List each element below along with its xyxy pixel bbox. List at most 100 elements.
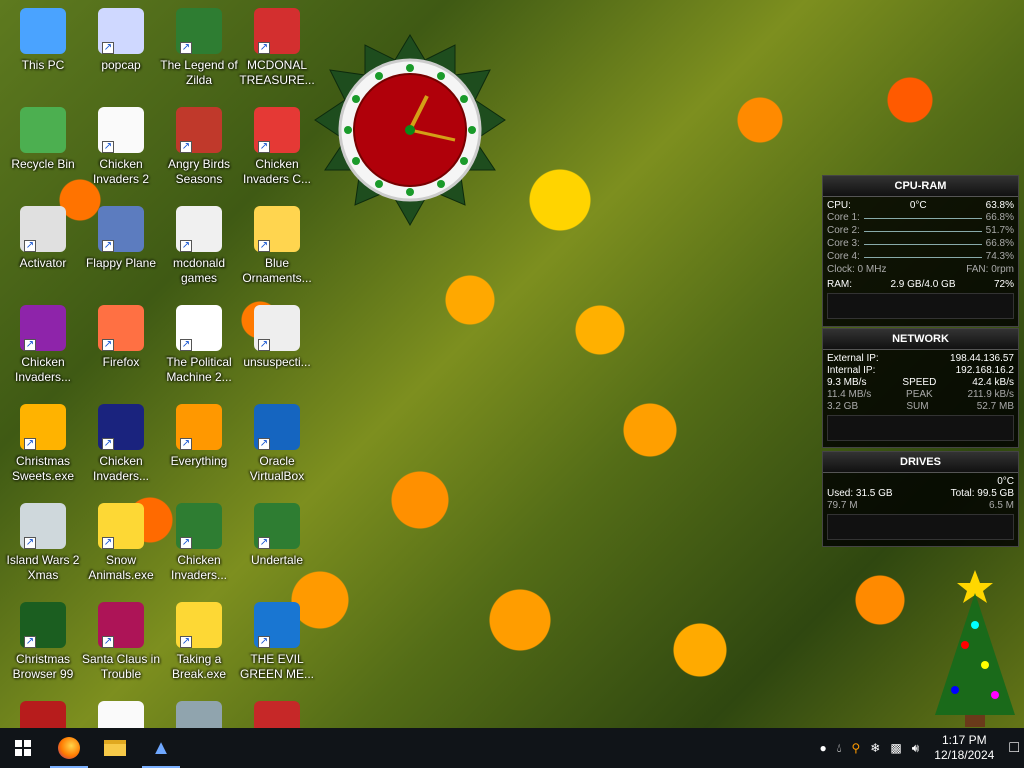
desktop-icon-label: Christmas Sweets.exe [11,454,75,483]
desktop-icon-label: Everything [170,454,228,468]
desktop-icon-recycle-bin[interactable]: Recycle Bin [0,101,86,197]
core-3-label: Core 3: [827,238,860,249]
shortcut-arrow-icon: ↗ [24,438,36,450]
cpu-temp: 0°C [909,200,927,211]
desktop-icon-the-legend-of-zilda[interactable]: ↗ The Legend of Zilda [156,2,242,98]
droplet-icon[interactable]: 💧︎ [837,741,842,756]
taskbar-app[interactable]: ▲ [138,728,184,768]
core-4-value: 74.3% [985,251,1014,262]
core-2-value: 51.7% [985,225,1014,236]
desktop-icon-label: The Political Machine 2... [166,355,232,384]
shortcut-arrow-icon: ↗ [102,42,114,54]
search-icon[interactable]: ⚲ [852,741,861,755]
desktop-icon-chicken-invaders[interactable]: ↗ Chicken Invaders... [78,398,164,494]
desktop-icon-angry-birds-seasons[interactable]: ↗ Angry Birds Seasons [156,101,242,197]
christmas-tree-decoration [925,565,1024,730]
mcdonal-treasure-icon: ↗ [254,8,300,54]
people-icon[interactable]: ● [819,741,826,755]
taskbar-firefox[interactable] [46,728,92,768]
ram-percent: 72% [993,279,1014,290]
recycle-bin-icon [20,107,66,153]
desktop-icon-chicken-invaders-2[interactable]: ↗ Chicken Invaders 2 [78,101,164,197]
core-1-label: Core 1: [827,212,860,223]
christmas-sweets-exe-icon: ↗ [20,404,66,450]
shortcut-arrow-icon: ↗ [180,636,192,648]
desktop-icon-chicken-invaders[interactable]: ↗ Chicken Invaders... [156,497,242,593]
download-peak: 11.4 MB/s [827,389,872,400]
volume-icon[interactable]: 🔊︎ [912,741,920,756]
network-panel: NETWORK External IP: 198.44.136.57 Intern… [822,328,1019,448]
firefox-icon: ↗ [98,305,144,351]
shortcut-arrow-icon: ↗ [24,240,36,252]
firefox-icon [58,737,80,759]
desktop-icon-firefox[interactable]: ↗ Firefox [78,299,164,395]
desktop-icon-label: Blue Ornaments... [242,256,312,285]
shortcut-arrow-icon: ↗ [180,537,192,549]
christmas-clock-widget[interactable] [305,30,515,230]
everything-icon: ↗ [176,404,222,450]
island-wars-2-xmas-icon: ↗ [20,503,66,549]
network-icon[interactable]: ▩ [890,741,901,755]
desktop-icon-label: Snow Animals.exe [88,553,154,582]
desktop-icon-mcdonald-games[interactable]: ↗ mcdonald games [156,200,242,296]
desktop-icon-christmas-sweets-exe[interactable]: ↗ Christmas Sweets.exe [0,398,86,494]
drive-read: 79.7 M [827,500,858,511]
shortcut-arrow-icon: ↗ [180,141,192,153]
notification-icon[interactable]: □ [1009,739,1019,757]
oracle-virtualbox-icon: ↗ [254,404,300,450]
this-pc-icon [20,8,66,54]
desktop-icon-flappy-plane[interactable]: ↗ Flappy Plane [78,200,164,296]
cpu-ram-panel: CPU-RAM CPU: 0°C 63.8% Core 1: 66.8% Core… [822,175,1019,327]
mcdonald-games-icon: ↗ [176,206,222,252]
shortcut-arrow-icon: ↗ [180,339,192,351]
popcap-icon: ↗ [98,8,144,54]
shortcut-arrow-icon: ↗ [258,537,270,549]
desktop-icon-snow-animals-exe[interactable]: ↗ Snow Animals.exe [78,497,164,593]
desktop-icon-activator[interactable]: ↗ Activator [0,200,86,296]
desktop-icon-everything[interactable]: ↗ Everything [156,398,242,494]
desktop-icon-island-wars-2-xmas[interactable]: ↗ Island Wars 2 Xmas [0,497,86,593]
upload-peak: 211.9 kB/s [967,389,1014,400]
drive-write: 6.5 M [988,500,1014,511]
desktop-icon-chicken-invaders[interactable]: ↗ Chicken Invaders... [0,299,86,395]
snowflake-icon[interactable]: ❄ [870,741,880,755]
desktop-icon-christmas-browser-99[interactable]: ↗ Christmas Browser 99 [0,596,86,692]
ram-label: RAM: [827,279,852,290]
taskbar-clock[interactable]: 1:17 PM 12/18/2024 [934,733,994,763]
shortcut-arrow-icon: ↗ [258,141,270,153]
desktop-icon-popcap[interactable]: ↗ popcap [78,2,164,98]
internal-ip-label: Internal IP: [827,365,876,376]
start-button[interactable] [0,728,46,768]
desktop-icon-label: Undertale [250,553,304,567]
desktop-icon-taking-a-break-exe[interactable]: ↗ Taking a Break.exe [156,596,242,692]
folder-icon [104,740,126,756]
desktop-icon-label: Oracle VirtualBox [249,454,305,483]
chicken-invaders-icon: ↗ [20,305,66,351]
core-1-value: 66.8% [985,212,1014,223]
desktop-icon-undertale[interactable]: ↗ Undertale [234,497,320,593]
desktop-icon-oracle-virtualbox[interactable]: ↗ Oracle VirtualBox [234,398,320,494]
shortcut-arrow-icon: ↗ [102,438,114,450]
desktop-icon-label: popcap [101,58,141,72]
chicken-invaders-2-icon: ↗ [98,107,144,153]
desktop-icon-santa-claus-in-trouble[interactable]: ↗ Santa Claus in Trouble [78,596,164,692]
shortcut-arrow-icon: ↗ [102,240,114,252]
undertale-icon: ↗ [254,503,300,549]
desktop-icon-label: This PC [21,58,65,72]
drive-total: Total: 99.5 GB [950,488,1014,499]
shortcut-arrow-icon: ↗ [258,339,270,351]
desktop-icon-the-evil-green-me[interactable]: ↗ THE EVIL GREEN ME... [234,596,320,692]
chicken-invaders-icon: ↗ [98,404,144,450]
download-sum: 3.2 GB [827,401,859,412]
core-4-label: Core 4: [827,251,860,262]
network-title: NETWORK [823,329,1018,350]
desktop-icon-this-pc[interactable]: This PC [0,2,86,98]
desktop-icon-the-political-machine-2[interactable]: ↗ The Political Machine 2... [156,299,242,395]
app-icon: ▲ [151,736,171,759]
desktop-icon-unsuspecti[interactable]: ↗ unsuspecti... [234,299,320,395]
shortcut-arrow-icon: ↗ [102,636,114,648]
upload-sum: 52.7 MB [976,401,1014,412]
taskbar-file-explorer[interactable] [92,728,138,768]
drives-panel: DRIVES 0°C Used: 31.5 GB Total: 99.5 GB 7… [822,451,1019,547]
activator-icon: ↗ [20,206,66,252]
